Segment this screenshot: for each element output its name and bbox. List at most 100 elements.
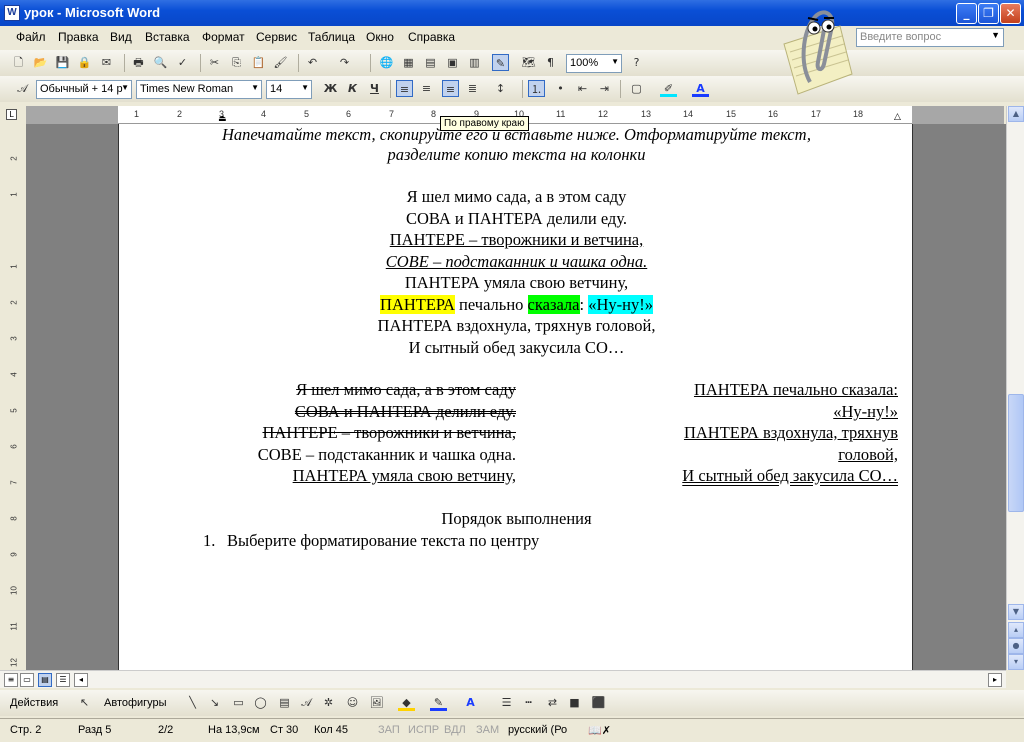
oval-icon[interactable]: ◯ — [252, 694, 269, 711]
clipart-icon[interactable]: ☺ — [344, 694, 361, 711]
menu-help[interactable]: Справка — [408, 30, 455, 44]
insert-excel-icon[interactable]: ▣ — [444, 54, 461, 71]
italic-button[interactable]: К — [344, 80, 361, 97]
spelling-status-icon[interactable]: 📖✗ — [588, 724, 611, 737]
maximize-button[interactable]: ❐ — [978, 3, 999, 24]
draw-font-color-icon[interactable]: A — [462, 694, 479, 711]
undo-icon[interactable]: ↶ — [304, 54, 321, 71]
increase-indent-icon[interactable]: ⇥ — [596, 80, 613, 97]
indent-marker-icon[interactable]: ⏏ — [218, 114, 227, 124]
rectangle-icon[interactable]: ▭ — [230, 694, 247, 711]
office-assistant-clippy-icon[interactable] — [780, 4, 856, 100]
textbox-icon[interactable]: ▤ — [276, 694, 293, 711]
arrow-icon[interactable]: ↘ — [206, 694, 223, 711]
show-hide-marks-icon[interactable]: ¶ — [542, 54, 559, 71]
justify-icon[interactable]: ≣ — [464, 80, 481, 97]
shadow-icon[interactable]: ■ — [566, 694, 583, 711]
format-painter-icon[interactable]: 🖌 — [272, 54, 289, 71]
borders-icon[interactable]: ▢ — [628, 80, 645, 97]
diagram-icon[interactable]: ✲ — [320, 694, 337, 711]
menu-tools[interactable]: Сервис — [256, 30, 297, 44]
zoom-select[interactable]: 100% ▼ — [566, 54, 622, 73]
new-document-icon[interactable]: 🗋 — [10, 54, 27, 71]
print-icon[interactable]: 🖶 — [130, 54, 147, 71]
menu-view[interactable]: Вид — [110, 30, 132, 44]
horizontal-scrollbar[interactable]: ≡ ▭ ▤ ☰ ◂ ▸ — [0, 670, 1006, 688]
select-objects-icon[interactable]: ↖ — [76, 694, 93, 711]
decrease-indent-icon[interactable]: ⇤ — [574, 80, 591, 97]
menu-table[interactable]: Таблица — [308, 30, 355, 44]
document-map-icon[interactable]: 🗺 — [520, 54, 537, 71]
paste-icon[interactable]: 📋 — [250, 54, 267, 71]
align-center-icon[interactable]: ≡ — [418, 80, 435, 97]
tab-selector[interactable]: L — [0, 106, 26, 124]
web-view-icon[interactable]: ▭ — [20, 673, 34, 687]
line-style-icon[interactable]: ☰ — [498, 694, 515, 711]
styles-pane-icon[interactable]: 𝒜 — [14, 80, 31, 97]
help-icon[interactable]: ? — [628, 54, 645, 71]
scroll-left-icon[interactable]: ◂ — [74, 673, 88, 687]
menu-file[interactable]: Файл — [16, 30, 46, 44]
print-layout-icon[interactable]: ▤ — [38, 673, 52, 687]
line-icon[interactable]: ╲ — [184, 694, 201, 711]
menu-window[interactable]: Окно — [366, 30, 394, 44]
help-question-input[interactable]: Введите вопрос ▼ — [856, 28, 1004, 47]
autoshapes-menu[interactable]: Автофигуры — [104, 697, 167, 709]
menu-format[interactable]: Формат — [202, 30, 245, 44]
status-overtype[interactable]: ЗАМ — [476, 724, 499, 736]
print-preview-icon[interactable]: 🔍 — [152, 54, 169, 71]
redo-icon[interactable]: ↷ — [336, 54, 353, 71]
dash-style-icon[interactable]: ┅ — [520, 694, 537, 711]
underline-button[interactable]: Ч — [366, 80, 383, 97]
numbering-icon[interactable]: ⒈ — [528, 80, 545, 97]
bold-button[interactable]: Ж — [322, 80, 339, 97]
3d-icon[interactable]: ⬛ — [590, 694, 607, 711]
tables-borders-icon[interactable]: ▦ — [400, 54, 417, 71]
highlight-icon[interactable]: ✐ — [660, 80, 677, 97]
line-spacing-icon[interactable]: ↕ — [492, 80, 509, 97]
hyperlink-icon[interactable]: 🌐 — [378, 54, 395, 71]
spelling-icon[interactable]: ✓ — [174, 54, 191, 71]
align-right-icon[interactable]: ≡ — [442, 80, 459, 97]
font-color-icon[interactable]: A — [692, 80, 709, 97]
font-size-select[interactable]: 14 ▼ — [266, 80, 312, 99]
wordart-icon[interactable]: 𝒜 — [298, 694, 315, 711]
status-record[interactable]: ЗАП — [378, 724, 400, 736]
line-color-icon[interactable]: ✎ — [430, 694, 447, 711]
vertical-scroll-thumb[interactable] — [1008, 394, 1024, 512]
menu-insert[interactable]: Вставка — [145, 30, 190, 44]
draw-actions-menu[interactable]: Действия — [10, 697, 58, 709]
vertical-ruler[interactable]: 2 1 1 2 3 4 5 6 7 8 9 10 11 12 — [0, 124, 26, 670]
email-icon[interactable]: ✉ — [98, 54, 115, 71]
save-icon[interactable]: 💾 — [54, 54, 71, 71]
scroll-down-icon[interactable]: ▼ — [1008, 604, 1024, 620]
close-button[interactable]: ✕ — [1000, 3, 1021, 24]
style-select[interactable]: Обычный + 14 р ▼ — [36, 80, 132, 99]
dropdown-arrow-icon[interactable]: ▼ — [991, 30, 1000, 40]
next-page-icon[interactable]: ▾ — [1008, 654, 1024, 670]
copy-icon[interactable]: ⎘ — [228, 54, 245, 71]
drawing-icon[interactable]: ✎ — [492, 54, 509, 71]
scroll-up-icon[interactable]: ▲ — [1008, 106, 1024, 122]
vertical-scrollbar[interactable]: ▲ ▼ ▴ ● ▾ — [1006, 106, 1024, 670]
scroll-right-icon[interactable]: ▸ — [988, 673, 1002, 687]
previous-page-icon[interactable]: ▴ — [1008, 622, 1024, 638]
permission-icon[interactable]: 🔒 — [76, 54, 93, 71]
font-select[interactable]: Times New Roman ▼ — [136, 80, 262, 99]
word-app-icon[interactable]: W — [4, 5, 20, 21]
normal-view-icon[interactable]: ≡ — [4, 673, 18, 687]
bullets-icon[interactable]: • — [552, 80, 569, 97]
fill-color-icon[interactable]: ◆ — [398, 694, 415, 711]
align-left-icon[interactable]: ≡ — [396, 80, 413, 97]
browse-object-icon[interactable]: ● — [1008, 638, 1024, 654]
insert-table-icon[interactable]: ▤ — [422, 54, 439, 71]
open-folder-icon[interactable]: 📂 — [32, 54, 49, 71]
status-track-changes[interactable]: ИСПР — [408, 724, 439, 736]
status-extend[interactable]: ВДЛ — [444, 724, 466, 736]
columns-icon[interactable]: ▥ — [466, 54, 483, 71]
minimize-button[interactable]: _ — [956, 3, 977, 24]
arrow-style-icon[interactable]: ⇄ — [544, 694, 561, 711]
menu-edit[interactable]: Правка — [58, 30, 99, 44]
document-page[interactable]: Напечатайте текст, скопируйте его и вста… — [118, 124, 913, 670]
outline-view-icon[interactable]: ☰ — [56, 673, 70, 687]
